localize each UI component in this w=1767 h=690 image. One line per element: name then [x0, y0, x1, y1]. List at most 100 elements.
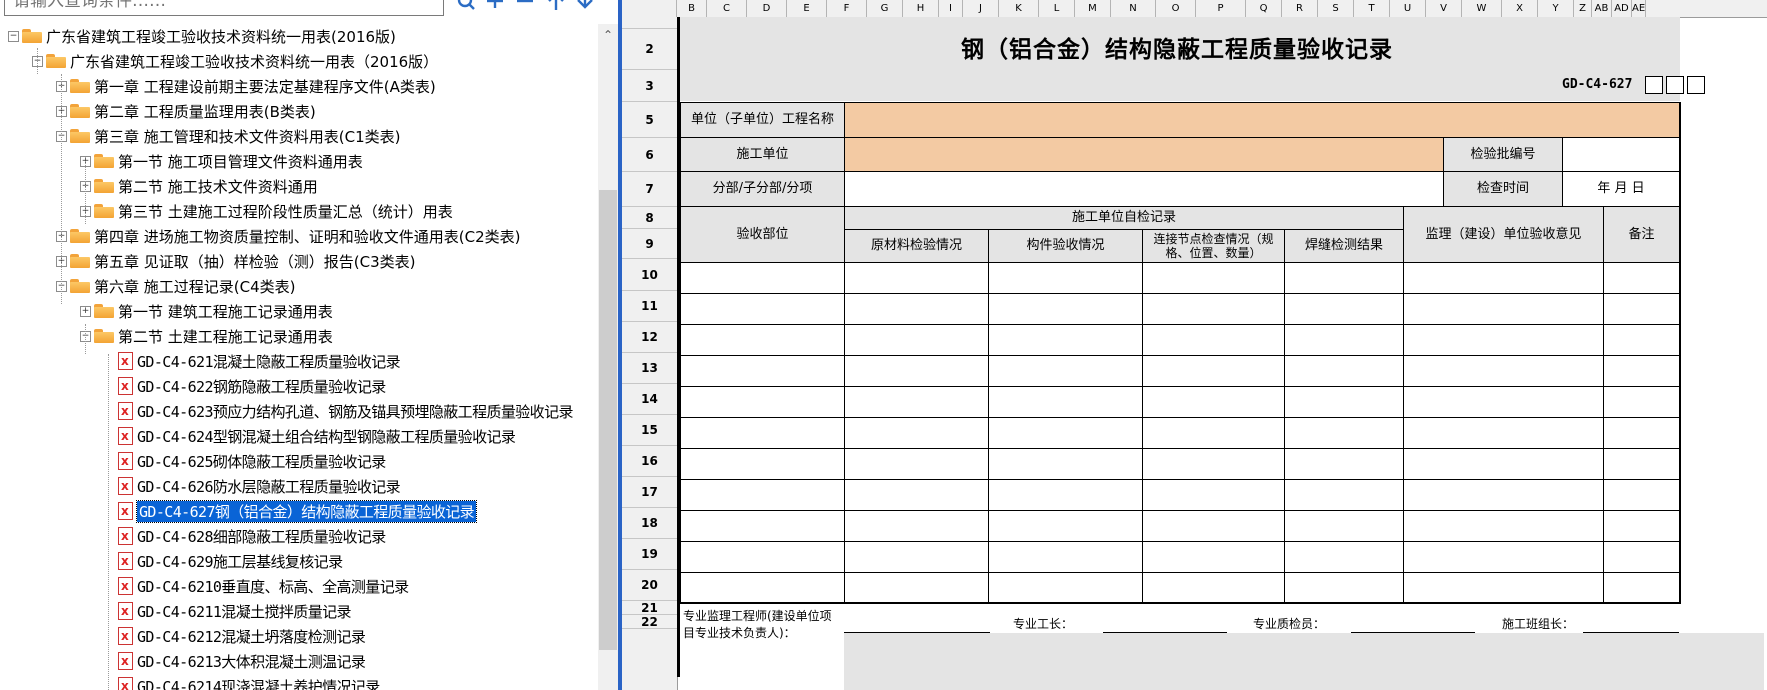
- column-header-cell[interactable]: X: [1502, 0, 1538, 17]
- column-header-cell[interactable]: F: [827, 0, 867, 17]
- row-header-cell[interactable]: 13: [622, 353, 677, 384]
- tree-node-section[interactable]: − 第二节 土建工程施工记录通用表: [80, 324, 333, 348]
- form-cell[interactable]: [680, 479, 845, 511]
- form-cell[interactable]: [1284, 572, 1404, 604]
- form-cell[interactable]: [844, 324, 989, 356]
- plus-icon[interactable]: [484, 0, 506, 16]
- form-cell[interactable]: [844, 510, 989, 542]
- tree-node-chapter[interactable]: − 第三章 施工管理和技术文件资料用表(C1类表): [56, 124, 401, 148]
- column-header-cell[interactable]: B: [677, 0, 707, 17]
- column-header-cell[interactable]: C: [707, 0, 747, 17]
- form-cell[interactable]: [680, 355, 845, 387]
- form-cell[interactable]: [680, 572, 845, 604]
- form-cell[interactable]: [1284, 324, 1404, 356]
- column-header-cell[interactable]: H: [903, 0, 939, 17]
- column-header-cell[interactable]: AE: [1632, 0, 1646, 17]
- tree-node-document[interactable]: GD-C4-6214现浇混凝土养护情况记录: [104, 674, 380, 690]
- row-header-cell[interactable]: 14: [622, 384, 677, 415]
- contractor-field[interactable]: [844, 137, 1444, 172]
- tree-node-chapter[interactable]: + 第二章 工程质量监理用表(B类表): [56, 99, 316, 123]
- form-cell[interactable]: [1142, 572, 1285, 604]
- search-icon[interactable]: [456, 0, 478, 16]
- form-cell[interactable]: [1603, 479, 1681, 511]
- form-cell[interactable]: [1603, 386, 1681, 418]
- tree-node-document[interactable]: GD-C4-6213大体积混凝土测温记录: [104, 649, 366, 673]
- column-header-cell[interactable]: L: [1039, 0, 1075, 17]
- form-cell[interactable]: [1284, 293, 1404, 325]
- code-box[interactable]: [1666, 76, 1684, 94]
- form-cell[interactable]: [1284, 479, 1404, 511]
- tree-node-document[interactable]: GD-C4-622钢筋隐蔽工程质量验收记录: [104, 374, 386, 398]
- form-cell[interactable]: [680, 541, 845, 573]
- tree-node-document[interactable]: GD-C4-623预应力结构孔道、钢筋及锚具预埋隐蔽工程质量验收记录: [104, 399, 573, 423]
- form-cell[interactable]: [1403, 386, 1604, 418]
- tree-node-document[interactable]: GD-C4-625砌体隐蔽工程质量验收记录: [104, 449, 386, 473]
- form-cell[interactable]: [988, 293, 1143, 325]
- row-header-cell[interactable]: 9: [622, 229, 677, 259]
- form-cell[interactable]: [844, 417, 989, 449]
- column-header-cell[interactable]: AB: [1592, 0, 1612, 17]
- row-header-cell[interactable]: [622, 17, 677, 29]
- form-cell[interactable]: [988, 479, 1143, 511]
- form-cell[interactable]: [844, 572, 989, 604]
- tree-node-document[interactable]: GD-C4-624型钢混凝土组合结构型钢隐蔽工程质量验收记录: [104, 424, 516, 448]
- collapse-icon[interactable]: −: [8, 30, 19, 42]
- column-header-cell[interactable]: S: [1318, 0, 1354, 17]
- form-cell[interactable]: [1603, 355, 1681, 387]
- form-cell[interactable]: [1403, 324, 1604, 356]
- form-cell[interactable]: [1142, 293, 1285, 325]
- column-header-cell[interactable]: W: [1462, 0, 1502, 17]
- row-header-cell[interactable]: 8: [622, 207, 677, 229]
- form-cell[interactable]: [1403, 541, 1604, 573]
- form-cell[interactable]: [1603, 324, 1681, 356]
- form-cell[interactable]: [988, 448, 1143, 480]
- form-cell[interactable]: [988, 417, 1143, 449]
- tree-node-document[interactable]: GD-C4-629施工层基线复核记录: [104, 549, 343, 573]
- column-header-cell[interactable]: U: [1390, 0, 1426, 17]
- code-box[interactable]: [1687, 76, 1705, 94]
- arrow-up-icon[interactable]: [545, 0, 567, 16]
- project-name-field[interactable]: [844, 102, 1680, 138]
- form-cell[interactable]: [1284, 262, 1404, 294]
- form-cell[interactable]: [1284, 510, 1404, 542]
- form-cell[interactable]: [1142, 324, 1285, 356]
- tree-node-document[interactable]: GD-C4-6211混凝土搅拌质量记录: [104, 599, 352, 623]
- form-cell[interactable]: [1603, 541, 1681, 573]
- tree-node-root[interactable]: − 广东省建筑工程竣工验收技术资料统一用表(2016版): [8, 24, 396, 48]
- row-header-cell[interactable]: 7: [622, 172, 677, 207]
- form-cell[interactable]: [1603, 417, 1681, 449]
- column-header-cell[interactable]: T: [1354, 0, 1390, 17]
- row-header-cell[interactable]: 12: [622, 322, 677, 353]
- expand-icon[interactable]: +: [80, 305, 91, 317]
- tree-node-chapter[interactable]: − 第六章 施工过程记录(C4类表): [56, 274, 296, 298]
- form-cell[interactable]: [680, 448, 845, 480]
- tree-node-document[interactable]: GD-C4-6210垂直度、标高、全高测量记录: [104, 574, 409, 598]
- form-cell[interactable]: [988, 510, 1143, 542]
- row-header-cell[interactable]: 2: [622, 29, 677, 70]
- form-cell[interactable]: [680, 386, 845, 418]
- column-header-cell[interactable]: O: [1156, 0, 1196, 17]
- form-cell[interactable]: [988, 324, 1143, 356]
- check-time-field[interactable]: 年 月 日: [1562, 171, 1680, 207]
- tree-node-document[interactable]: GD-C4-6212混凝土坍落度检测记录: [104, 624, 366, 648]
- form-cell[interactable]: [1403, 479, 1604, 511]
- row-header-cell[interactable]: 11: [622, 291, 677, 322]
- tree-scrollbar-thumb[interactable]: [599, 190, 617, 650]
- form-cell[interactable]: [988, 262, 1143, 294]
- row-header-cell[interactable]: 16: [622, 446, 677, 477]
- form-cell[interactable]: [1142, 262, 1285, 294]
- row-header-cell[interactable]: 6: [622, 138, 677, 172]
- form-cell[interactable]: [1403, 448, 1604, 480]
- tree-node-section[interactable]: + 第二节 施工技术文件资料通用: [80, 174, 318, 198]
- tree-node-chapter[interactable]: + 第四章 进场施工物资质量控制、证明和验收文件通用表(C2类表): [56, 224, 521, 248]
- column-header-cell[interactable]: E: [787, 0, 827, 17]
- form-cell[interactable]: [988, 355, 1143, 387]
- tree-node-chapter[interactable]: + 第一章 工程建设前期主要法定基建程序文件(A类表): [56, 74, 436, 98]
- form-cell[interactable]: [988, 541, 1143, 573]
- tree-node-chapter[interactable]: + 第五章 见证取（抽）样检验（测）报告(C3类表): [56, 249, 416, 273]
- tree-node-section[interactable]: + 第一节 施工项目管理文件资料通用表: [80, 149, 363, 173]
- form-cell[interactable]: [844, 541, 989, 573]
- form-cell[interactable]: [1142, 479, 1285, 511]
- form-cell[interactable]: [988, 572, 1143, 604]
- form-cell[interactable]: [1403, 510, 1604, 542]
